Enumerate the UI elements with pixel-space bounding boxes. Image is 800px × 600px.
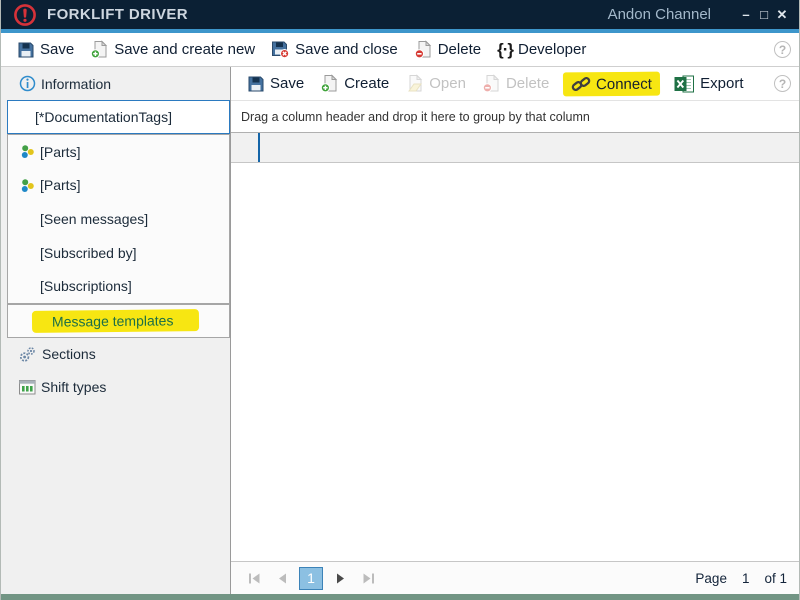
row-indicator-cell: [231, 133, 258, 162]
panel-connect-button[interactable]: Connect: [563, 71, 660, 96]
sidebar-item-label: [Subscriptions]: [40, 278, 132, 294]
sidebar-item-information[interactable]: Information: [1, 67, 230, 100]
floppy-close-icon: [271, 40, 290, 59]
sidebar-item-subscribed-by[interactable]: [Subscribed by]: [8, 236, 229, 270]
developer-label: Developer: [518, 41, 586, 58]
save-button[interactable]: Save: [9, 38, 82, 62]
panel-create-button[interactable]: Create: [312, 71, 397, 96]
page-of-label: of 1: [764, 571, 787, 586]
floppy-disk-icon: [247, 75, 265, 93]
page-label: Page: [695, 571, 727, 586]
channel-label: Andon Channel: [608, 6, 711, 23]
window-bottom-border: [1, 594, 799, 600]
sidebar: Information [*DocumentationTags] [Parts]: [1, 67, 231, 594]
page-number: 1: [742, 571, 750, 586]
page-open-icon: [405, 74, 424, 93]
next-page-button[interactable]: [329, 567, 351, 589]
save-and-create-new-button[interactable]: Save and create new: [82, 37, 263, 62]
main-toolbar: Save Save and create new Save and close: [1, 33, 799, 67]
sidebar-item-shift-types[interactable]: Shift types: [1, 371, 230, 404]
save-and-create-new-label: Save and create new: [114, 41, 255, 58]
panel-save-label: Save: [270, 75, 304, 92]
save-label: Save: [40, 41, 74, 58]
sidebar-item-parts-1[interactable]: [Parts]: [8, 135, 229, 169]
page-minus-icon: [414, 40, 433, 59]
window-title: FORKLIFT DRIVER: [47, 6, 188, 23]
first-page-button[interactable]: [243, 567, 265, 589]
previous-page-button[interactable]: [271, 567, 293, 589]
close-button[interactable]: ✕: [773, 7, 791, 23]
sidebar-item-label: [Seen messages]: [40, 211, 148, 227]
minimize-button[interactable]: –: [737, 7, 755, 22]
pager-bar: 1 Page 1 of 1: [231, 561, 799, 594]
sidebar-item-parts-2[interactable]: [Parts]: [8, 169, 229, 203]
page-minus-icon: [482, 74, 501, 93]
sidebar-item-message-templates[interactable]: Message templates: [7, 304, 230, 338]
panel-delete-button: Delete: [474, 71, 557, 96]
grid-body-empty[interactable]: [231, 163, 799, 561]
last-page-button[interactable]: [357, 567, 379, 589]
sidebar-item-seen-messages[interactable]: [Seen messages]: [8, 202, 229, 236]
sidebar-item-label: [Subscribed by]: [40, 245, 137, 261]
code-braces-icon: {·}: [497, 40, 513, 60]
sidebar-item-label: [*DocumentationTags]: [35, 109, 172, 125]
maximize-button[interactable]: □: [755, 7, 773, 22]
sidebar-item-sections[interactable]: Sections: [1, 338, 230, 371]
sidebar-item-documentationtags[interactable]: [*DocumentationTags]: [7, 100, 230, 134]
panel-export-button[interactable]: Export: [666, 72, 751, 96]
panel-delete-label: Delete: [506, 75, 549, 92]
alert-exclamation-icon: [13, 3, 37, 27]
panel-save-button[interactable]: Save: [239, 72, 312, 96]
gears-icon: [19, 346, 37, 363]
group-by-hint: Drag a column header and drop it here to…: [241, 110, 590, 124]
main-panel: Save Create: [231, 67, 799, 594]
shift-table-icon: [19, 380, 36, 395]
save-and-close-label: Save and close: [295, 41, 398, 58]
panel-open-button: Open: [397, 71, 474, 96]
page-plus-icon: [90, 40, 109, 59]
sidebar-group: [Parts] [Parts] [Seen messages] [Subscri…: [7, 134, 230, 304]
group-by-bar[interactable]: Drag a column header and drop it here to…: [231, 101, 799, 133]
help-icon[interactable]: ?: [774, 41, 791, 58]
panel-connect-label: Connect: [596, 75, 652, 92]
sidebar-item-subscriptions[interactable]: [Subscriptions]: [8, 269, 229, 303]
panel-toolbar: Save Create: [231, 67, 799, 101]
panel-open-label: Open: [429, 75, 466, 92]
parts-icon: [20, 178, 35, 193]
highlight-marker: Message templates: [32, 309, 200, 333]
panel-create-label: Create: [344, 75, 389, 92]
delete-label: Delete: [438, 41, 481, 58]
current-page-button[interactable]: 1: [299, 567, 323, 590]
panel-help-icon[interactable]: ?: [774, 75, 791, 92]
column-resize-line: [258, 133, 260, 162]
sidebar-item-label: Sections: [42, 346, 96, 362]
page-info: Page 1 of 1: [695, 571, 787, 586]
delete-button[interactable]: Delete: [406, 37, 489, 62]
chain-link-icon: [571, 75, 591, 93]
floppy-disk-icon: [17, 41, 35, 59]
save-and-close-button[interactable]: Save and close: [263, 37, 406, 62]
parts-icon: [20, 144, 35, 159]
sidebar-item-label: Information: [41, 76, 111, 92]
info-icon: [19, 75, 36, 92]
content-area: Information [*DocumentationTags] [Parts]: [1, 67, 799, 594]
excel-icon: [674, 75, 695, 93]
sidebar-item-label: Message templates: [52, 312, 174, 329]
panel-export-label: Export: [700, 75, 743, 92]
developer-button[interactable]: {·} Developer: [489, 37, 594, 63]
app-window: FORKLIFT DRIVER Andon Channel – □ ✕ Save…: [0, 0, 800, 600]
sidebar-item-label: Shift types: [41, 379, 106, 395]
sidebar-item-label: [Parts]: [40, 177, 80, 193]
sidebar-item-label: [Parts]: [40, 144, 80, 160]
title-bar: FORKLIFT DRIVER Andon Channel – □ ✕: [1, 0, 799, 29]
grid-column-header-row[interactable]: [231, 133, 799, 163]
page-plus-icon: [320, 74, 339, 93]
